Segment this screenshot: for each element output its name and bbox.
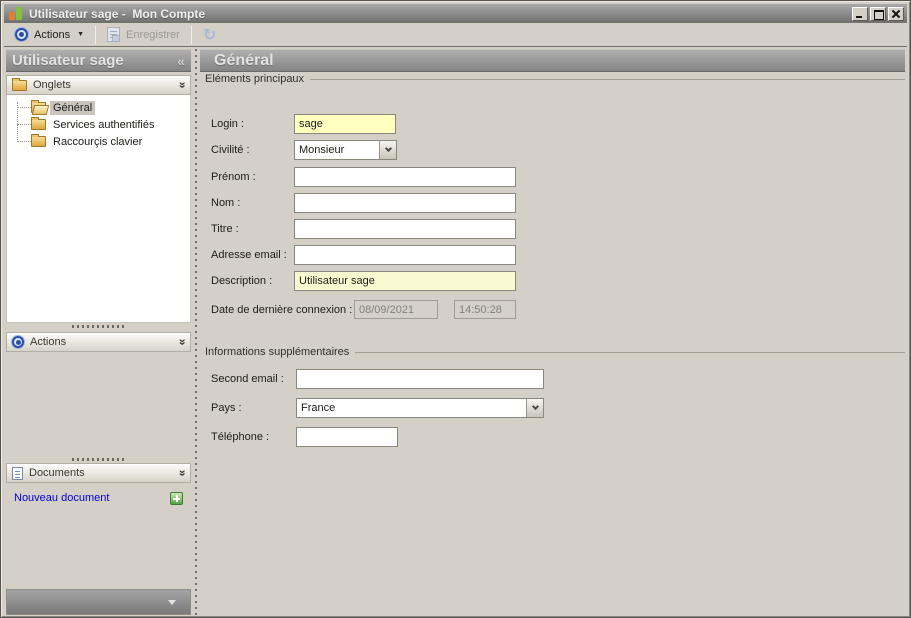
toolbar-separator xyxy=(191,26,192,44)
bullseye-icon xyxy=(15,28,28,41)
combo-arrow-button[interactable] xyxy=(379,141,396,159)
tree-item-services-authentifies[interactable]: Services authentifiés xyxy=(7,116,190,133)
second-email-label: Second email : xyxy=(211,373,284,385)
sidebar-header: Utilisateur sage « xyxy=(6,49,191,72)
save-button-label: Enregistrer xyxy=(126,29,180,41)
folder-icon xyxy=(12,80,27,91)
tree-connector-line xyxy=(17,102,18,142)
tree-connector-stub xyxy=(17,141,31,142)
documents-panel-title: Documents xyxy=(29,467,85,479)
second-email-input[interactable] xyxy=(296,369,544,389)
tree-connector-stub xyxy=(17,107,31,108)
derniere-connexion-time-field xyxy=(454,300,516,319)
section-elements-principaux: Eléments principaux xyxy=(205,73,905,85)
telephone-input[interactable] xyxy=(296,427,398,447)
adresse-email-label: Adresse email : xyxy=(211,249,287,261)
document-icon xyxy=(12,467,23,480)
tree-connector-stub xyxy=(17,124,31,125)
chevron-down-icon xyxy=(384,145,391,152)
pays-label: Pays : xyxy=(211,402,242,414)
adresse-email-input[interactable] xyxy=(294,245,516,265)
pays-selected-value: France xyxy=(297,402,526,414)
bullseye-icon xyxy=(12,336,24,348)
chevron-down-icon xyxy=(531,403,538,410)
nom-input[interactable] xyxy=(294,193,516,213)
prenom-input[interactable] xyxy=(294,167,516,187)
save-icon xyxy=(107,27,120,42)
folder-icon xyxy=(31,119,46,130)
civilite-selected-value: Monsieur xyxy=(295,144,379,156)
description-input[interactable] xyxy=(294,271,516,291)
nom-label: Nom : xyxy=(211,197,240,209)
titre-input[interactable] xyxy=(294,219,516,239)
legend-rule xyxy=(310,79,905,80)
combo-arrow-button[interactable] xyxy=(526,399,543,417)
prenom-label: Prénom : xyxy=(211,171,256,183)
login-input[interactable] xyxy=(294,114,396,134)
tree-item-label: Services authentifiés xyxy=(50,118,158,132)
save-button[interactable]: Enregistrer xyxy=(101,25,186,44)
collapse-chevron-icon[interactable]: « xyxy=(175,339,189,346)
new-document-row: Nouveau document xyxy=(6,488,191,508)
actions-panel-header[interactable]: Actions « xyxy=(6,332,191,352)
legend-rule xyxy=(355,352,905,353)
actions-menu-label: Actions xyxy=(34,29,70,41)
maximize-button[interactable] xyxy=(870,7,886,21)
tree-item-label: Raccourçis clavier xyxy=(50,135,145,149)
onglets-panel-title: Onglets xyxy=(33,79,71,91)
login-label: Login : xyxy=(211,118,244,130)
toolbar: Actions ▼ Enregistrer ↻ xyxy=(4,23,907,47)
vertical-splitter-handle[interactable] xyxy=(195,49,197,615)
derniere-connexion-label: Date de dernière connexion : xyxy=(211,304,352,316)
tree-item-raccourcis-clavier[interactable]: Raccourçis clavier xyxy=(7,133,190,150)
onglets-tree: Général Services authentifiés Raccourçis… xyxy=(6,95,191,323)
sidebar-splitter-handle[interactable] xyxy=(6,323,191,330)
onglets-panel-header[interactable]: Onglets « xyxy=(6,75,191,95)
documents-panel-header[interactable]: Documents « xyxy=(6,463,191,483)
section-legend: Eléments principaux xyxy=(205,73,304,85)
refresh-button[interactable]: ↻ xyxy=(197,25,222,45)
open-folder-icon xyxy=(31,102,46,113)
tree-item-label: Général xyxy=(50,101,95,115)
close-button[interactable] xyxy=(888,7,904,21)
tree-item-general[interactable]: Général xyxy=(7,99,190,116)
actions-menu-button[interactable]: Actions ▼ xyxy=(9,26,90,43)
window-title: Utilisateur sage - Mon Compte xyxy=(29,7,852,21)
civilite-label: Civilité : xyxy=(211,144,250,156)
sidebar-splitter-handle[interactable] xyxy=(6,456,191,463)
new-document-link[interactable]: Nouveau document xyxy=(14,492,109,504)
sidebar-header-title: Utilisateur sage xyxy=(12,52,124,69)
pays-select[interactable]: France xyxy=(296,398,544,418)
dropdown-caret-icon: ▼ xyxy=(77,31,84,38)
chevron-down-icon xyxy=(168,600,176,605)
folder-icon xyxy=(31,136,46,147)
section-informations-supplementaires: Informations supplémentaires xyxy=(205,346,905,358)
derniere-connexion-date-field xyxy=(354,300,438,319)
collapse-chevron-icon[interactable]: « xyxy=(175,82,189,89)
description-label: Description : xyxy=(211,275,272,287)
add-document-icon[interactable] xyxy=(170,492,183,505)
app-window: Utilisateur sage - Mon Compte Actions ▼ … xyxy=(0,0,911,618)
sidebar-collapse-icon[interactable]: « xyxy=(177,53,185,69)
titre-label: Titre : xyxy=(211,223,239,235)
minimize-button[interactable] xyxy=(852,7,868,21)
collapse-chevron-icon[interactable]: « xyxy=(175,470,189,477)
civilite-select[interactable]: Monsieur xyxy=(294,140,397,160)
telephone-label: Téléphone : xyxy=(211,431,269,443)
toolbar-separator xyxy=(95,26,96,44)
title-bar: Utilisateur sage - Mon Compte xyxy=(4,4,907,23)
main-header-title: Général xyxy=(214,52,274,70)
main-header: Général xyxy=(200,49,905,72)
section-legend: Informations supplémentaires xyxy=(205,346,349,358)
sidebar-footer-bar[interactable] xyxy=(6,589,191,615)
actions-panel-title: Actions xyxy=(30,336,66,348)
refresh-icon: ↻ xyxy=(203,27,216,43)
sage-logo-icon xyxy=(8,6,23,21)
